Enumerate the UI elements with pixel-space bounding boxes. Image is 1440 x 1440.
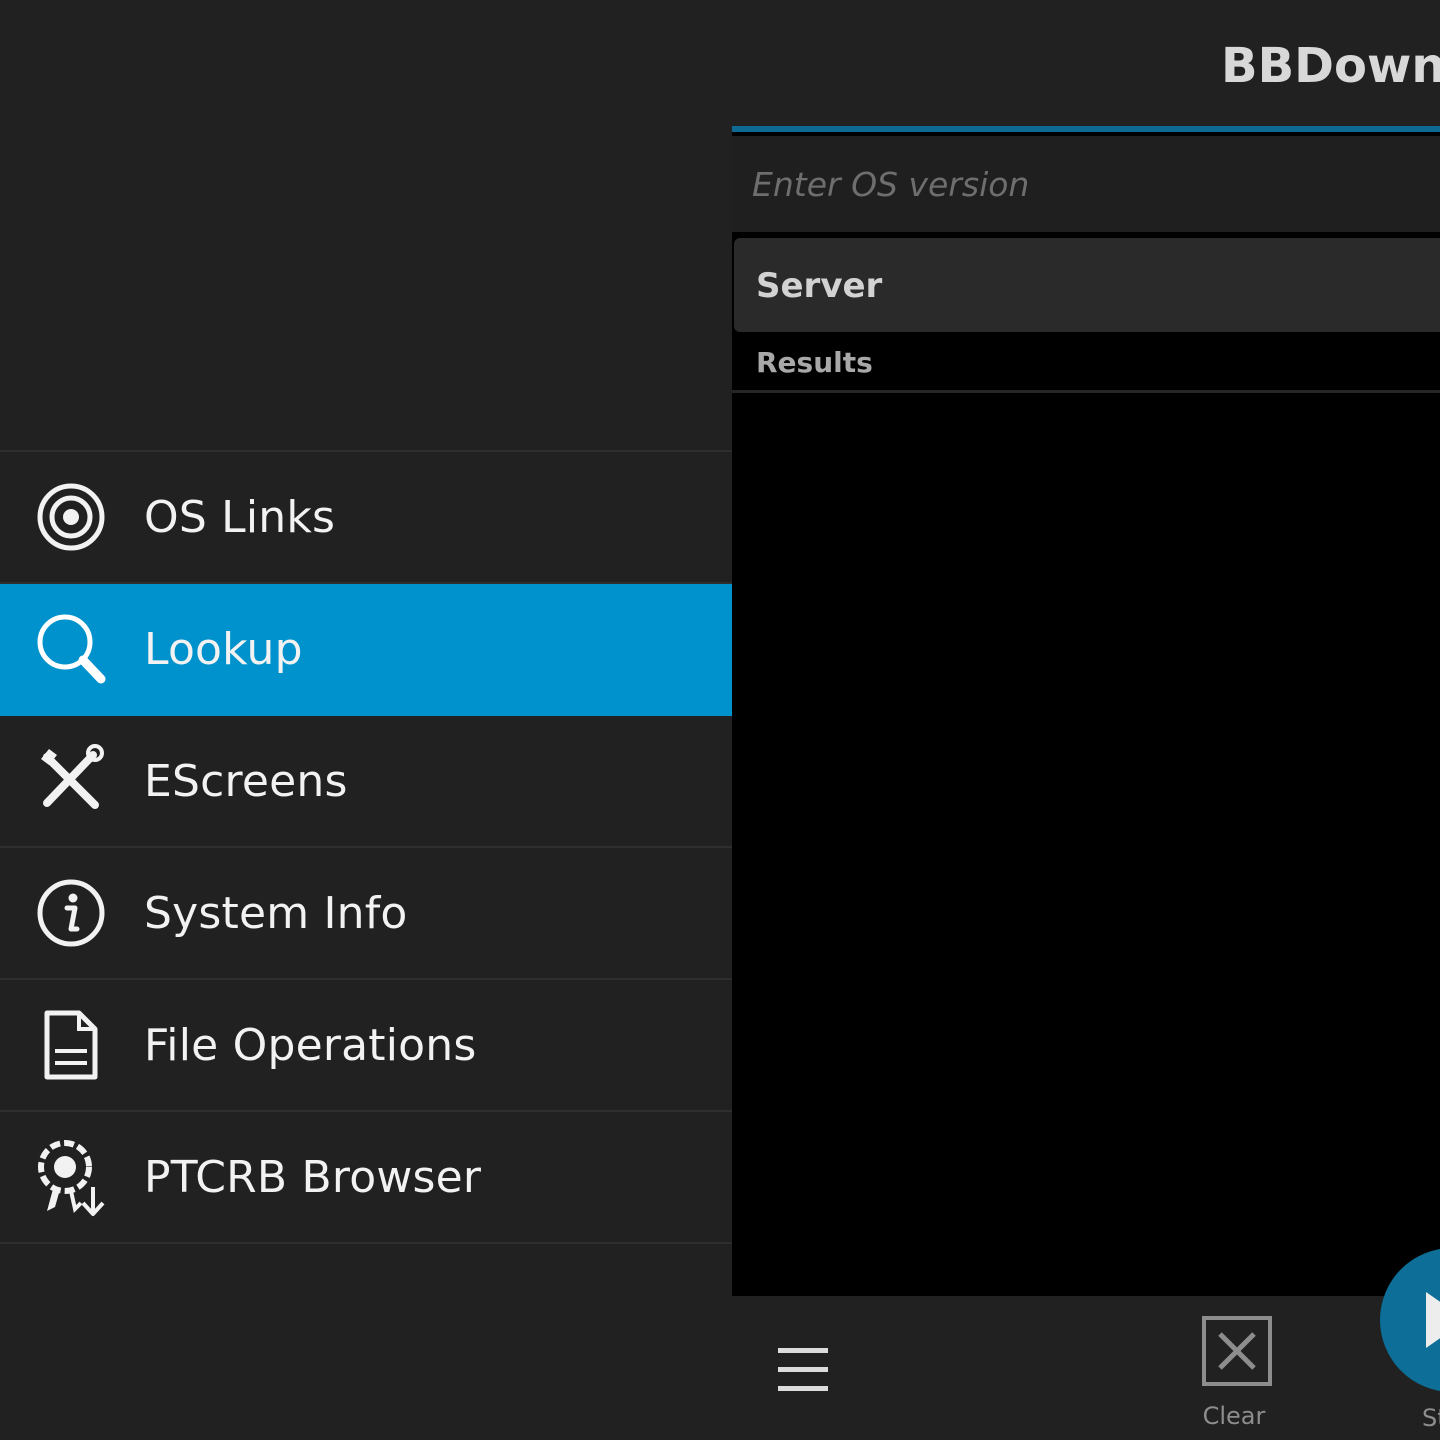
tools-icon (26, 736, 116, 826)
search-icon (26, 604, 116, 694)
clear-label: Clear (1202, 1402, 1266, 1430)
menu-item-system-info[interactable]: System Info (0, 848, 732, 980)
menu-item-label: System Info (144, 887, 408, 939)
close-box-icon (1202, 1316, 1272, 1386)
menu-item-file-operations[interactable]: File Operations (0, 980, 732, 1112)
menu-item-lookup[interactable]: Lookup (0, 584, 732, 716)
start-label: St (1422, 1404, 1440, 1432)
clear-button[interactable]: Clear (1194, 1314, 1274, 1440)
document-icon (26, 1000, 116, 1090)
target-icon (26, 472, 116, 562)
results-list[interactable] (732, 394, 1440, 1294)
play-icon (1426, 1292, 1440, 1348)
os-version-input[interactable] (732, 136, 1440, 232)
server-label: Server (756, 266, 883, 306)
menu-item-ptcrb-browser[interactable]: PTCRB Browser (0, 1112, 732, 1244)
nav-drawer: OS Links Lookup EScreens System Info Fil… (0, 0, 732, 1440)
menu-item-escreens[interactable]: EScreens (0, 716, 732, 848)
hamburger-icon[interactable] (778, 1348, 830, 1392)
menu-item-label: File Operations (144, 1019, 477, 1071)
results-label: Results (756, 346, 873, 379)
menu-item-label: OS Links (144, 491, 336, 543)
certificate-download-icon (26, 1132, 116, 1222)
action-bar: Clear (732, 1296, 1440, 1440)
results-header: Results (732, 334, 1440, 393)
drawer-menu: OS Links Lookup EScreens System Info Fil… (0, 450, 732, 1244)
main-pane: BBDownlo Server Results (732, 0, 1440, 1440)
title-accent-bar (732, 126, 1440, 132)
info-icon (26, 868, 116, 958)
title-bar: BBDownlo (732, 0, 1440, 126)
menu-item-label: Lookup (144, 623, 303, 675)
page-title: BBDownlo (1221, 38, 1440, 94)
menu-item-label: PTCRB Browser (144, 1151, 482, 1203)
server-dropdown[interactable]: Server (734, 238, 1440, 332)
menu-item-label: EScreens (144, 755, 348, 807)
app-root: OS Links Lookup EScreens System Info Fil… (0, 0, 1440, 1440)
menu-item-os-links[interactable]: OS Links (0, 452, 732, 584)
